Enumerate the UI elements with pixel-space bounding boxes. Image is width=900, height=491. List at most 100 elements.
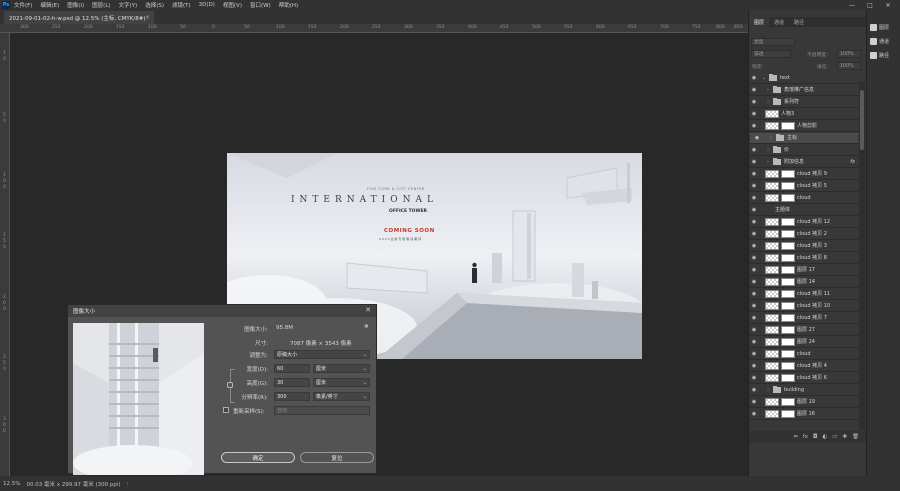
layer-mask-thumbnail[interactable] — [781, 169, 795, 178]
layer-mask-thumbnail[interactable] — [781, 217, 795, 226]
layer-row[interactable]: ◉ ⌄ text — [749, 72, 859, 84]
layer-row[interactable]: ◉ › 附加信息 fx — [749, 156, 859, 168]
visibility-eye-icon[interactable]: ◉ — [749, 99, 759, 105]
layer-mask-thumbnail[interactable] — [781, 337, 795, 346]
visibility-eye-icon[interactable]: ◉ — [749, 195, 759, 201]
layer-row[interactable]: ◉ cloud 拷贝 6 — [749, 372, 859, 384]
resample-select[interactable]: 自动 — [274, 406, 370, 415]
image-preview[interactable] — [73, 323, 204, 475]
visibility-eye-icon[interactable]: ◉ — [749, 219, 759, 225]
visibility-eye-icon[interactable]: ◉ — [749, 207, 759, 213]
layer-row[interactable]: ◉ › 角落推广信息 — [749, 84, 859, 96]
layer-mask-thumbnail[interactable] — [781, 325, 795, 334]
layer-mask-thumbnail[interactable] — [781, 277, 795, 286]
resolution-unit-select[interactable]: 像素/英寸 ⌄ — [313, 392, 370, 401]
add-style-icon[interactable]: fx — [803, 434, 808, 440]
width-input[interactable]: 60 — [274, 364, 310, 373]
visibility-eye-icon[interactable]: ◉ — [752, 134, 762, 142]
expand-chevron-icon[interactable]: › — [765, 87, 771, 93]
visibility-eye-icon[interactable]: ◉ — [749, 183, 759, 189]
visibility-eye-icon[interactable]: ◉ — [749, 291, 759, 297]
layer-filter-select[interactable]: 类型 — [751, 38, 795, 46]
close-window-button[interactable]: ✕ — [880, 0, 896, 10]
layer-row[interactable]: ◉ cloud 拷贝 9 — [749, 168, 859, 180]
visibility-eye-icon[interactable]: ◉ — [749, 123, 759, 129]
reset-button[interactable]: 复位 — [300, 452, 374, 463]
layer-row[interactable]: ◉ cloud 拷贝 4 — [749, 360, 859, 372]
layer-mask-thumbnail[interactable] — [781, 373, 795, 382]
blend-mode-select[interactable]: 穿透 — [751, 50, 791, 58]
menu-image[interactable]: 图像(I) — [67, 1, 84, 9]
layer-row[interactable]: ◉ cloud 拷贝 11 — [749, 288, 859, 300]
minimize-button[interactable]: — — [844, 0, 860, 10]
status-arrow-icon[interactable]: › — [127, 481, 129, 487]
visibility-eye-icon[interactable]: ◉ — [749, 87, 759, 93]
visibility-eye-icon[interactable]: ◉ — [749, 111, 759, 117]
fill-input[interactable]: 100% — [837, 62, 861, 70]
tab-channels[interactable]: 通道 — [769, 17, 789, 27]
maximize-button[interactable]: □ — [862, 0, 878, 10]
new-group-icon[interactable]: ▭ — [832, 434, 837, 440]
layer-row[interactable]: ◉ cloud 拷贝 7 — [749, 312, 859, 324]
menu-edit[interactable]: 编辑(E) — [40, 1, 59, 9]
layer-row[interactable]: ◉ cloud — [749, 348, 859, 360]
layer-row[interactable]: ◉ cloud — [749, 192, 859, 204]
layer-row[interactable]: ◉ 图层 17 — [749, 264, 859, 276]
visibility-eye-icon[interactable]: ◉ — [749, 387, 759, 393]
width-unit-select[interactable]: 厘米 ⌄ — [313, 364, 370, 373]
layer-row[interactable]: ◉ › building — [749, 384, 859, 396]
visibility-eye-icon[interactable]: ◉ — [749, 315, 759, 321]
layer-row[interactable]: ◉ 人物剪影 — [749, 120, 859, 132]
add-mask-icon[interactable]: ◘ — [813, 434, 817, 440]
layer-row[interactable]: ◉ 图层 19 — [749, 396, 859, 408]
link-layers-icon[interactable]: ⇔ — [793, 434, 798, 440]
layer-mask-thumbnail[interactable] — [781, 397, 795, 406]
layer-row[interactable]: ◉ 图层 24 — [749, 336, 859, 348]
ok-button[interactable]: 确定 — [221, 452, 295, 463]
layer-row[interactable]: ◉ cloud 拷贝 2 — [749, 228, 859, 240]
expand-chevron-icon[interactable]: ⌄ — [761, 75, 767, 81]
fit-to-select[interactable]: 原稿大小 ⌄ — [274, 350, 370, 359]
layer-row[interactable]: ◉ › 系列符 — [749, 96, 859, 108]
layer-mask-thumbnail[interactable] — [781, 253, 795, 262]
fx-icon[interactable]: fx — [850, 159, 855, 165]
layer-row[interactable]: ◉ 图层 27 — [749, 324, 859, 336]
visibility-eye-icon[interactable]: ◉ — [749, 159, 759, 165]
expand-chevron-icon[interactable]: › — [765, 99, 771, 105]
visibility-eye-icon[interactable]: ◉ — [749, 327, 759, 333]
expand-chevron-icon[interactable]: › — [765, 147, 771, 153]
menu-view[interactable]: 视图(V) — [223, 1, 242, 9]
menu-file[interactable]: 文件(F) — [14, 1, 32, 9]
layer-row[interactable]: ◉ cloud 拷贝 12 — [749, 216, 859, 228]
layer-mask-thumbnail[interactable] — [781, 229, 795, 238]
visibility-eye-icon[interactable]: ◉ — [749, 255, 759, 261]
layer-mask-thumbnail[interactable] — [781, 349, 795, 358]
resolution-input[interactable]: 300 — [274, 392, 310, 401]
visibility-eye-icon[interactable]: ◉ — [749, 303, 759, 309]
dock-item-paths[interactable]: 路径 — [870, 52, 889, 59]
dock-item-layers[interactable]: 图层 — [870, 24, 889, 31]
menu-layer[interactable]: 图层(L) — [92, 1, 110, 9]
visibility-eye-icon[interactable]: ◉ — [749, 411, 759, 417]
layer-mask-thumbnail[interactable] — [781, 409, 795, 418]
layer-row[interactable]: ◉ cloud 拷贝 8 — [749, 252, 859, 264]
zoom-level[interactable]: 12.5% — [3, 481, 20, 487]
layer-mask-thumbnail[interactable] — [781, 121, 795, 130]
dock-item-channels[interactable]: 通道 — [870, 38, 889, 45]
layer-row[interactable]: ◉ cloud 拷贝 5 — [749, 180, 859, 192]
opacity-input[interactable]: 100% — [837, 50, 861, 58]
layer-mask-thumbnail[interactable] — [781, 361, 795, 370]
height-unit-select[interactable]: 厘米 ⌄ — [313, 378, 370, 387]
expand-chevron-icon[interactable]: › — [765, 387, 771, 393]
menu-3d[interactable]: 3D(D) — [199, 2, 215, 8]
visibility-eye-icon[interactable]: ◉ — [749, 399, 759, 405]
dialog-close-icon[interactable]: ✕ — [365, 306, 371, 314]
visibility-eye-icon[interactable]: ◉ — [749, 363, 759, 369]
delete-layer-icon[interactable]: 🗑 — [852, 434, 859, 440]
visibility-eye-icon[interactable]: ◉ — [749, 279, 759, 285]
menu-type[interactable]: 文字(Y) — [119, 1, 138, 9]
visibility-eye-icon[interactable]: ◉ — [749, 171, 759, 177]
layer-mask-thumbnail[interactable] — [781, 241, 795, 250]
layer-mask-thumbnail[interactable] — [781, 265, 795, 274]
menu-window[interactable]: 窗口(W) — [250, 1, 271, 9]
